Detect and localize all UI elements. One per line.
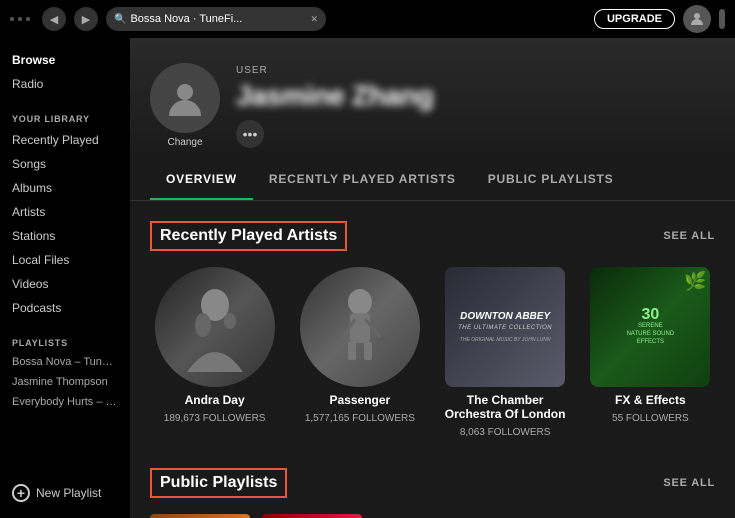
downton-abbey-display: DOWNTON ABBEY THE ULTIMATE COLLECTION TH… (458, 311, 552, 342)
sidebar-item-songs[interactable]: Songs (0, 152, 130, 176)
artists-grid: Andra Day 189,673 FOLLOWERS (150, 267, 715, 438)
profile-avatar-wrap: Change (150, 63, 220, 148)
tab-public-playlists[interactable]: PUBLIC PLAYLISTS (472, 158, 630, 200)
sidebar-item-albums[interactable]: Albums (0, 176, 130, 200)
topbar: ◀ ▶ 🔍 ✕ UPGRADE (0, 0, 735, 38)
content-area: Change USER Jasmine Zhang ••• OVERVIEW R… (130, 38, 735, 518)
artist-card-fx-effects[interactable]: 🌿 30 SERENE NATURE SOUND EFFECTS FX & Ef… (586, 267, 715, 438)
topbar-dot-2 (18, 17, 22, 21)
artist-card-passenger[interactable]: Passenger 1,577,165 FOLLOWERS (295, 267, 424, 438)
artist-image-andra-day (155, 267, 275, 387)
tab-recently-played-artists[interactable]: RECENTLY PLAYED ARTISTS (253, 158, 472, 200)
artist-followers-andra-day: 189,673 FOLLOWERS (164, 413, 266, 424)
scrollbar-stub (719, 9, 725, 29)
profile-avatar (150, 63, 220, 133)
recently-played-header: Recently Played Artists SEE ALL (150, 221, 715, 251)
profile-header: Change USER Jasmine Zhang ••• (130, 38, 735, 158)
sidebar-item-podcasts[interactable]: Podcasts (0, 296, 130, 320)
topbar-dot-3 (26, 17, 30, 21)
tabs-bar: OVERVIEW RECENTLY PLAYED ARTISTS PUBLIC … (130, 158, 735, 201)
upgrade-button[interactable]: UPGRADE (594, 9, 675, 29)
recently-played-see-all-button[interactable]: SEE ALL (663, 230, 715, 242)
artist-followers-passenger: 1,577,165 FOLLOWERS (305, 413, 415, 424)
sidebar-item-stations[interactable]: Stations (0, 224, 130, 248)
tab-overview[interactable]: OVERVIEW (150, 158, 253, 200)
artist-card-andra-day[interactable]: Andra Day 189,673 FOLLOWERS (150, 267, 279, 438)
artist-name-passenger: Passenger (330, 393, 391, 407)
sidebar: Browse Radio YOUR LIBRARY Recently Playe… (0, 38, 130, 518)
artist-image-chamber-orchestra: DOWNTON ABBEY THE ULTIMATE COLLECTION TH… (445, 267, 565, 387)
artist-followers-fx-effects: 55 FOLLOWERS (612, 413, 689, 424)
playlist-card-2[interactable] (262, 514, 362, 518)
artist-image-fx-effects: 🌿 30 SERENE NATURE SOUND EFFECTS (590, 267, 710, 387)
close-icon[interactable]: ✕ (310, 14, 318, 25)
new-playlist-button[interactable]: + New Playlist (0, 478, 130, 508)
sidebar-item-radio[interactable]: Radio (0, 72, 130, 96)
change-avatar-button[interactable]: Change (167, 137, 202, 148)
sidebar-item-recently-played[interactable]: Recently Played (0, 128, 130, 152)
profile-name: Jasmine Zhang (236, 80, 433, 112)
leaf-icon: 🌿 (684, 271, 706, 292)
profile-options-button[interactable]: ••• (236, 120, 264, 148)
public-playlists-title: Public Playlists (150, 468, 287, 498)
public-playlists-see-all-button[interactable]: SEE ALL (663, 477, 715, 489)
playlists-grid (150, 514, 715, 518)
sidebar-playlist-2[interactable]: Jasmine Thompson (0, 372, 130, 392)
sidebar-item-artists[interactable]: Artists (0, 200, 130, 224)
back-button[interactable]: ◀ (42, 7, 66, 31)
sidebar-item-local-files[interactable]: Local Files (0, 248, 130, 272)
sidebar-section-playlists: PLAYLISTS (0, 330, 130, 352)
search-input[interactable] (130, 13, 306, 25)
forward-button[interactable]: ▶ (74, 7, 98, 31)
profile-user-label: USER (236, 65, 433, 76)
playlist-card-1[interactable] (150, 514, 250, 518)
artist-image-passenger (300, 267, 420, 387)
search-bar: 🔍 ✕ (106, 7, 326, 31)
fx-number: 30 (641, 307, 659, 323)
topbar-dots (10, 17, 30, 21)
profile-info: USER Jasmine Zhang ••• (236, 65, 433, 148)
sidebar-section-your-library: YOUR LIBRARY (0, 106, 130, 128)
topbar-dot-1 (10, 17, 14, 21)
recently-played-section: Recently Played Artists SEE ALL (130, 201, 735, 448)
public-playlists-header: Public Playlists SEE ALL (150, 468, 715, 498)
main-layout: Browse Radio YOUR LIBRARY Recently Playe… (0, 38, 735, 518)
search-icon: 🔍 (114, 14, 126, 25)
artist-name-andra-day: Andra Day (185, 393, 245, 407)
plus-circle-icon: + (12, 484, 30, 502)
artist-name-fx-effects: FX & Effects (615, 393, 686, 407)
artist-card-chamber-orchestra[interactable]: DOWNTON ABBEY THE ULTIMATE COLLECTION TH… (441, 267, 570, 438)
recently-played-title: Recently Played Artists (150, 221, 347, 251)
artist-followers-chamber-orchestra: 8,063 FOLLOWERS (460, 427, 551, 438)
sidebar-item-videos[interactable]: Videos (0, 272, 130, 296)
artist-name-chamber-orchestra: The Chamber Orchestra Of London (441, 393, 570, 421)
sidebar-playlist-3[interactable]: Everybody Hurts – Ja... (0, 392, 130, 412)
public-playlists-section: Public Playlists SEE ALL (130, 448, 735, 518)
user-avatar-top (683, 5, 711, 33)
sidebar-playlist-1[interactable]: Bossa Nova – TuneFab... (0, 352, 130, 372)
sidebar-item-browse[interactable]: Browse (0, 48, 130, 72)
fx-label: SERENE NATURE SOUND EFFECTS (627, 323, 675, 346)
